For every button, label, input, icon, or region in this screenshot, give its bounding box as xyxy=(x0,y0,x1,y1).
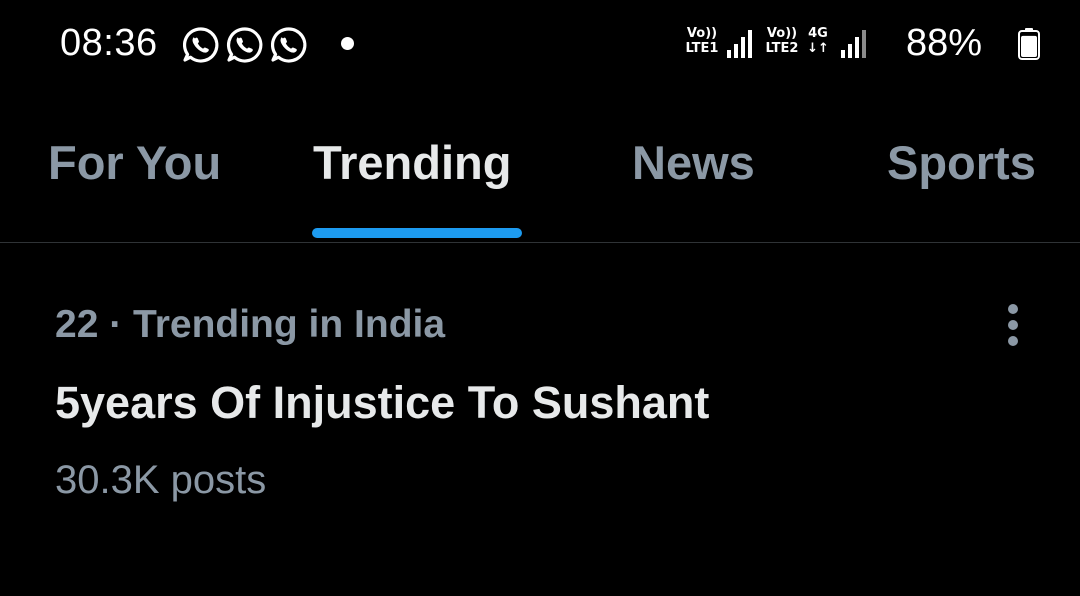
trend-post-count: 30.3K posts xyxy=(55,458,267,502)
notification-icons xyxy=(181,25,309,65)
sim2-volte-indicator: Vo)) LTE2 xyxy=(760,26,804,56)
tab-bar: For You Trending News Sports xyxy=(0,90,1080,243)
sim2-volte-label: Vo)) xyxy=(766,26,798,41)
status-bar: 08:36 Vo)) LTE1 Vo)) LTE2 4G ↓↑ 88% xyxy=(0,0,1080,90)
sim1-signal-icon xyxy=(726,28,752,60)
tab-trending[interactable]: Trending xyxy=(313,135,511,190)
more-vertical-icon xyxy=(1008,304,1018,346)
sim1-volte-indicator: Vo)) LTE1 xyxy=(680,26,724,56)
tab-sports[interactable]: Sports xyxy=(887,135,1036,190)
more-notifications-dot xyxy=(341,37,354,50)
trend-title: 5years Of Injustice To Sushant xyxy=(55,377,710,428)
sim2-network-label: LTE2 xyxy=(765,41,799,56)
tab-for-you[interactable]: For You xyxy=(48,135,221,190)
data-activity-icon: ↓↑ xyxy=(807,41,829,56)
whatsapp-icon xyxy=(181,25,221,65)
more-options-button[interactable] xyxy=(990,301,1036,351)
battery-icon xyxy=(1018,28,1040,65)
sim1-volte-label: Vo)) xyxy=(686,26,718,41)
whatsapp-icon xyxy=(225,25,265,65)
sim2-signal-icon xyxy=(840,28,866,60)
data-type-indicator: 4G ↓↑ xyxy=(805,26,831,56)
data-type-label: 4G xyxy=(808,26,828,41)
trend-item[interactable]: 22 · Trending in India 5years Of Injusti… xyxy=(0,243,1080,533)
whatsapp-icon xyxy=(269,25,309,65)
battery-percentage: 88% xyxy=(906,22,983,64)
active-tab-indicator xyxy=(312,228,522,238)
status-time: 08:36 xyxy=(60,22,158,64)
tab-news[interactable]: News xyxy=(632,135,755,190)
sim1-network-label: LTE1 xyxy=(685,41,719,56)
system-icons: Vo)) LTE1 Vo)) LTE2 4G ↓↑ 88% xyxy=(680,22,1080,68)
trend-context: 22 · Trending in India xyxy=(55,303,446,346)
